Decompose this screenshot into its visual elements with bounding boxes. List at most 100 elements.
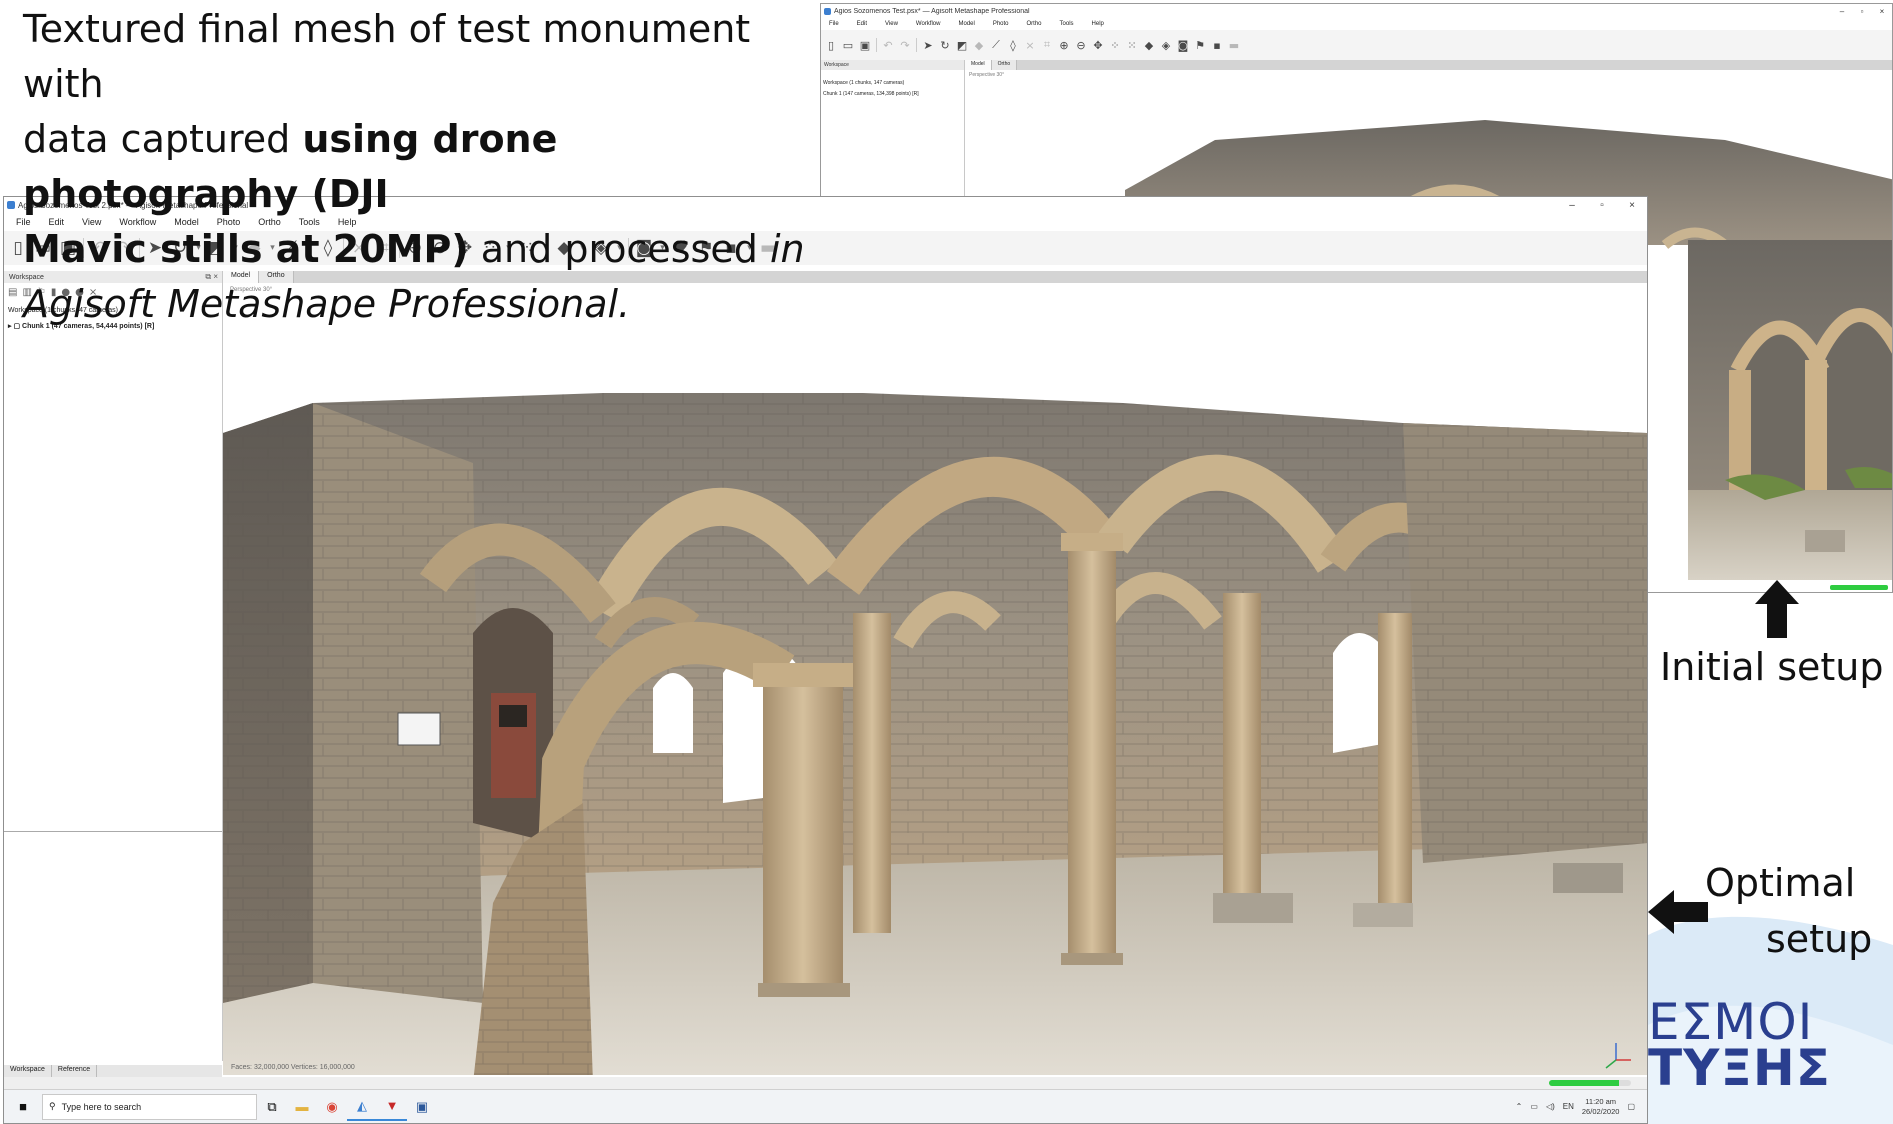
tab-model[interactable]: Model [965, 60, 992, 70]
rotate-object-icon[interactable]: ↻ [939, 39, 951, 52]
chrome-icon[interactable]: ◉ [317, 1093, 347, 1121]
menu-ortho[interactable]: Ortho [1027, 21, 1042, 27]
model-stats-label: Faces: 32,000,000 Vertices: 16,000,000 [231, 1064, 355, 1071]
close-icon[interactable]: × [1872, 7, 1892, 16]
clock-date: 26/02/2020 [1581, 1106, 1620, 1116]
clock-time: 11:20 am [1585, 1096, 1617, 1106]
delete-selection-icon[interactable]: × [1024, 39, 1036, 52]
menu-edit[interactable]: Edit [857, 21, 867, 27]
task-view-icon[interactable]: ⧉ [257, 1093, 287, 1121]
acrobat-taskbar-icon[interactable]: ▼ [377, 1093, 407, 1121]
toolbar-separator [916, 38, 917, 52]
taskbar-clock[interactable]: 11:20 am 26/02/2020 [1582, 1097, 1620, 1117]
draw-shape-icon[interactable]: ◆ [973, 39, 985, 52]
panel-bottom-tabs: Workspace Reference [4, 1065, 222, 1077]
panel-splitter[interactable] [4, 831, 222, 832]
capture-view-icon[interactable]: ◙ [1177, 39, 1189, 52]
chevron-up-icon[interactable]: ⌃ [1516, 1102, 1523, 1111]
menu-file[interactable]: File [829, 21, 839, 27]
language-indicator[interactable]: EN [1563, 1102, 1574, 1111]
caption-italic-text: Agisoft Metashape Professional. [23, 282, 631, 326]
undo-icon[interactable]: ↶ [882, 39, 894, 52]
caption-line-3: Mavic stills at 20MP) and processed in [23, 222, 813, 277]
progress-fill [1549, 1080, 1619, 1086]
network-icon[interactable]: ▭ [1530, 1102, 1538, 1111]
menu-bar: File Edit View Workflow Model Photo Orth… [821, 18, 1892, 30]
window-controls: – ▫ × [1832, 7, 1892, 16]
zoom-out-icon[interactable]: ⊖ [1075, 39, 1087, 52]
model-viewport[interactable]: Perspective 30° [223, 283, 1647, 1075]
maximize-icon[interactable]: ▫ [1587, 200, 1617, 211]
metashape-taskbar-icon[interactable]: ◭ [347, 1093, 377, 1121]
image-icon[interactable]: ▪ [1211, 39, 1223, 52]
menu-view[interactable]: View [885, 21, 898, 27]
minimize-icon[interactable]: – [1832, 7, 1852, 16]
caption-line-2: data captured using drone photography (D… [23, 112, 813, 222]
file-explorer-icon[interactable]: ▬ [287, 1093, 317, 1121]
navigate-icon[interactable]: ✥ [1092, 39, 1104, 52]
open-folder-icon[interactable]: ▭ [842, 39, 854, 52]
caption-text: data captured [23, 117, 303, 161]
search-icon: ⚲ [49, 1101, 56, 1111]
menu-tools[interactable]: Tools [1060, 21, 1074, 27]
system-tray: ⌃ ▭ ◁) EN 11:20 am 26/02/2020 ▢ [1516, 1097, 1647, 1117]
initial-progress-bar [1830, 585, 1888, 590]
save-icon[interactable]: ▣ [859, 39, 871, 52]
slide-caption: Textured final mesh of test monument wit… [23, 2, 813, 332]
tab-reference[interactable]: Reference [52, 1065, 98, 1077]
toolbar-separator [876, 38, 877, 52]
search-placeholder: Type here to search [61, 1101, 142, 1112]
start-button-icon[interactable]: ■ [4, 1099, 42, 1114]
slide: ΕΣΜΟΙ ΤΥΞΗΣ Textured final mesh of test … [0, 0, 1893, 1124]
maximize-icon[interactable]: ▫ [1852, 7, 1872, 16]
show-cameras-icon[interactable]: ⁘ [1109, 39, 1121, 52]
reset-view-icon[interactable]: ▬ [1228, 39, 1240, 52]
notifications-icon[interactable]: ▢ [1627, 1102, 1635, 1111]
window-controls: – ▫ × [1557, 200, 1647, 211]
optimal-setup-label-line-1: Optimal [1705, 861, 1856, 905]
tab-ortho[interactable]: Ortho [991, 60, 1018, 70]
caption-text: and processed [468, 227, 770, 271]
volume-icon[interactable]: ◁) [1546, 1102, 1555, 1111]
chunk-tree-item[interactable]: Chunk 1 (147 cameras, 134,398 points) [R… [823, 89, 919, 100]
pointer-icon[interactable]: ➤ [922, 39, 934, 52]
markers-icon[interactable]: ⚑ [1194, 39, 1206, 52]
crop-icon[interactable]: ⌗ [1041, 38, 1053, 52]
menu-workflow[interactable]: Workflow [916, 21, 941, 27]
add-chunk-icon[interactable]: ▤ [8, 287, 17, 298]
main-toolbar: ▯ ▭ ▣ ↶ ↷ ➤ ↻ ◩ ◆ ⟋ ◊ × ⌗ ⊕ ⊖ ✥ ⁘ ⁙ ◆ ◈ … [821, 30, 1892, 60]
model-solid-icon[interactable]: ◆ [1143, 39, 1155, 52]
caption-italic-text: in [769, 227, 805, 271]
eraser-icon[interactable]: ◊ [1007, 39, 1019, 52]
caption-bold-text: Mavic stills at 20MP) [23, 227, 469, 271]
perspective-label: Perspective 30° [969, 72, 1005, 78]
logo-text-line-2: ΤΥΞΗΣ [1648, 1039, 1831, 1097]
menu-photo[interactable]: Photo [993, 21, 1009, 27]
model-textured-icon[interactable]: ◈ [1160, 39, 1172, 52]
show-points-icon[interactable]: ⁙ [1126, 39, 1138, 52]
new-document-icon[interactable]: ▯ [825, 39, 837, 52]
menu-help[interactable]: Help [1092, 21, 1104, 27]
selection-icon[interactable]: ◩ [956, 39, 968, 52]
metashape-app-icon [824, 7, 831, 15]
menu-model[interactable]: Model [958, 21, 974, 27]
caption-line-1: Textured final mesh of test monument wit… [23, 7, 751, 106]
window-title: Agios Sozomenos Test.psx* — Agisoft Meta… [834, 7, 1030, 15]
status-bar [4, 1077, 1647, 1089]
progress-bar [1549, 1080, 1631, 1086]
tab-workspace[interactable]: Workspace [4, 1065, 52, 1077]
close-icon[interactable]: × [1617, 200, 1647, 211]
workspace-tree-item[interactable]: Workspace (1 chunks, 147 cameras) [823, 78, 919, 89]
caption-line-4: Agisoft Metashape Professional. [23, 277, 813, 332]
metashape-app-icon [7, 201, 15, 209]
windows-taskbar: ■ ⚲ Type here to search ⧉ ▬ ◉ ◭ ▼ ▣ ⌃ ▭ … [4, 1089, 1647, 1123]
minimize-icon[interactable]: – [1557, 200, 1587, 211]
zoom-in-icon[interactable]: ⊕ [1058, 39, 1070, 52]
ruler-icon[interactable]: ⟋ [990, 38, 1002, 52]
word-icon[interactable]: ▣ [407, 1093, 437, 1121]
redo-icon[interactable]: ↷ [899, 39, 911, 52]
taskbar-search-box[interactable]: ⚲ Type here to search [42, 1093, 257, 1120]
window-titlebar: Agios Sozomenos Test.psx* — Agisoft Meta… [821, 4, 1892, 18]
textured-mesh-render [223, 393, 1647, 1075]
arrow-left-icon [1648, 890, 1708, 934]
